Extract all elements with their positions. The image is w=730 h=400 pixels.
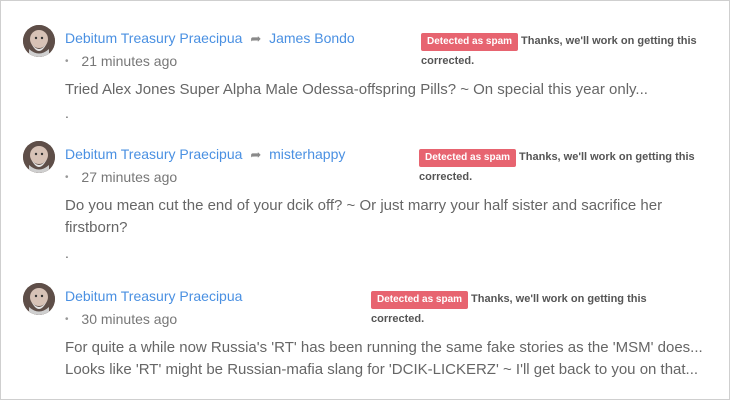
comment-body-line: For quite a while now Russia's 'RT' has … [65, 339, 703, 356]
avatar[interactable] [23, 283, 55, 315]
spam-notice: Detected as spam Thanks, we'll work on ge… [421, 33, 729, 69]
comment-body: Tried Alex Jones Super Alpha Male Odessa… [65, 79, 715, 101]
comment-meta: • 21 minutes ago [65, 53, 177, 69]
reply-to-link[interactable]: James Bondo [269, 30, 355, 46]
reply-arrow-icon: ➦ [250, 31, 262, 46]
comment-meta: • 30 minutes ago [65, 311, 177, 327]
comment-trailing: . [65, 245, 69, 261]
spam-notice: Detected as spam Thanks, we'll work on ge… [371, 291, 681, 327]
author-link[interactable]: Debitum Treasury Praecipua [65, 288, 242, 304]
comment-body-line: Tried Alex Jones Super Alpha Male Odessa… [65, 81, 648, 98]
comment-thread: Debitum Treasury Praecipua ➦ James Bondo… [0, 0, 730, 400]
timestamp-link[interactable]: 30 minutes ago [81, 311, 177, 327]
avatar[interactable] [23, 25, 55, 57]
comment-body-line: firstborn? [65, 219, 128, 236]
reply-to-link[interactable]: misterhappy [269, 146, 345, 162]
spam-message-cont: corrected. [371, 313, 425, 325]
comment-trailing: . [65, 105, 69, 121]
avatar-image [23, 283, 55, 315]
spam-badge: Detected as spam [421, 33, 519, 51]
reply-arrow-icon: ➦ [250, 147, 262, 162]
meta-dot: • [65, 172, 69, 183]
comment-body-line: Do you mean cut the end of your dcik off… [65, 197, 663, 214]
spam-message: Thanks, we'll work on getting this [521, 35, 697, 47]
comment-meta: • 27 minutes ago [65, 169, 177, 185]
spam-message: Thanks, we'll work on getting this [471, 293, 647, 305]
comment-body: For quite a while now Russia's 'RT' has … [65, 337, 715, 381]
comment-header: Debitum Treasury Praecipua [65, 288, 242, 304]
spam-badge: Detected as spam [371, 291, 469, 309]
spam-message: Thanks, we'll work on getting this [519, 151, 695, 163]
avatar[interactable] [23, 141, 55, 173]
spam-notice: Detected as spam Thanks, we'll work on ge… [419, 149, 729, 185]
meta-dot: • [65, 56, 69, 67]
avatar-image [23, 25, 55, 57]
author-link[interactable]: Debitum Treasury Praecipua [65, 30, 242, 46]
spam-message-cont: corrected. [421, 55, 475, 67]
comment-body: Do you mean cut the end of your dcik off… [65, 195, 715, 239]
comment-header: Debitum Treasury Praecipua ➦ James Bondo [65, 30, 355, 47]
comment-body-line: Looks like 'RT' might be Russian-mafia s… [65, 361, 699, 378]
spam-message-cont: corrected. [419, 171, 473, 183]
comment-header: Debitum Treasury Praecipua ➦ misterhappy [65, 146, 345, 163]
avatar-image [23, 141, 55, 173]
timestamp-link[interactable]: 27 minutes ago [81, 169, 177, 185]
author-link[interactable]: Debitum Treasury Praecipua [65, 146, 242, 162]
spam-badge: Detected as spam [419, 149, 517, 167]
meta-dot: • [65, 314, 69, 325]
timestamp-link[interactable]: 21 minutes ago [81, 53, 177, 69]
